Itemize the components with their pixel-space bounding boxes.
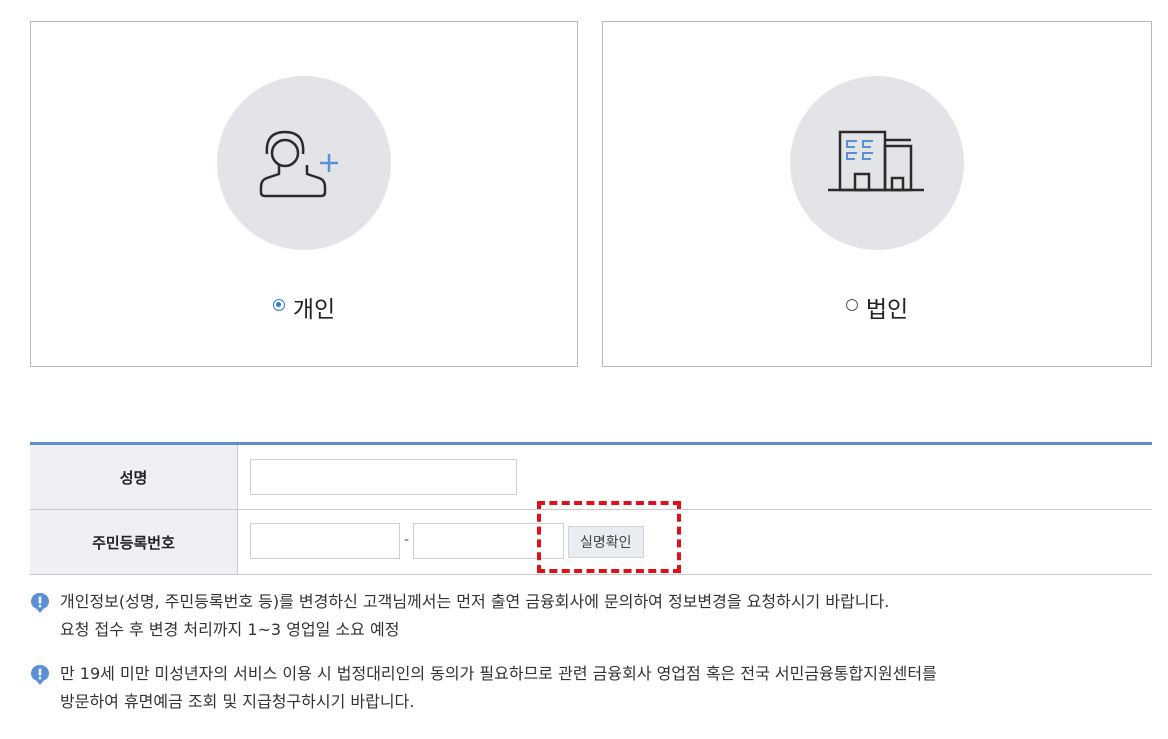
- notice-item: 개인정보(성명, 주민등록번호 등)를 변경하신 고객님께서는 먼저 출연 금융…: [30, 588, 1152, 644]
- rrn-front-input[interactable]: [250, 523, 400, 559]
- rrn-row: 주민등록번호 - 실명확인: [30, 510, 1152, 575]
- verify-name-button[interactable]: 실명확인: [568, 526, 644, 558]
- name-row-body: [238, 445, 1152, 509]
- name-label: 성명: [30, 445, 238, 509]
- notice-text-line1: 만 19세 미만 미성년자의 서비스 이용 시 법정대리인의 동의가 필요하므로…: [60, 664, 937, 683]
- name-input[interactable]: [250, 459, 517, 495]
- card-corporate[interactable]: 법인: [602, 21, 1152, 367]
- card-personal[interactable]: 개인: [30, 21, 578, 367]
- notice-text-line2: 방문하여 휴면예금 조회 및 지급청구하시기 바랍니다.: [60, 692, 415, 711]
- radio-corporate-label: 법인: [865, 297, 909, 323]
- radio-personal[interactable]: [272, 299, 285, 311]
- rrn-label: 주민등록번호: [30, 510, 238, 574]
- person-add-icon: [259, 130, 338, 198]
- info-icon: [30, 592, 50, 623]
- name-row: 성명: [30, 445, 1152, 510]
- radio-corporate[interactable]: [845, 299, 858, 311]
- person-icon-circle: [217, 76, 391, 250]
- rrn-separator: -: [404, 532, 410, 548]
- notice-text-line1: 개인정보(성명, 주민등록번호 등)를 변경하신 고객님께서는 먼저 출연 금융…: [60, 592, 890, 611]
- rrn-back-input[interactable]: [413, 523, 564, 559]
- notice-text-line2: 요청 접수 후 변경 처리까지 1~3 영업일 소요 예정: [60, 620, 400, 639]
- building-icon-circle: [790, 76, 964, 250]
- info-icon: [30, 664, 50, 695]
- rrn-row-body: - 실명확인: [238, 510, 1152, 574]
- notice-item: 만 19세 미만 미성년자의 서비스 이용 시 법정대리인의 동의가 필요하므로…: [30, 660, 1152, 716]
- building-icon: [828, 130, 924, 192]
- identity-form: 성명 주민등록번호 - 실명확인: [30, 442, 1152, 575]
- radio-corporate-row[interactable]: 법인: [603, 290, 1151, 324]
- radio-personal-row[interactable]: 개인: [31, 290, 577, 324]
- radio-personal-label: 개인: [292, 297, 336, 323]
